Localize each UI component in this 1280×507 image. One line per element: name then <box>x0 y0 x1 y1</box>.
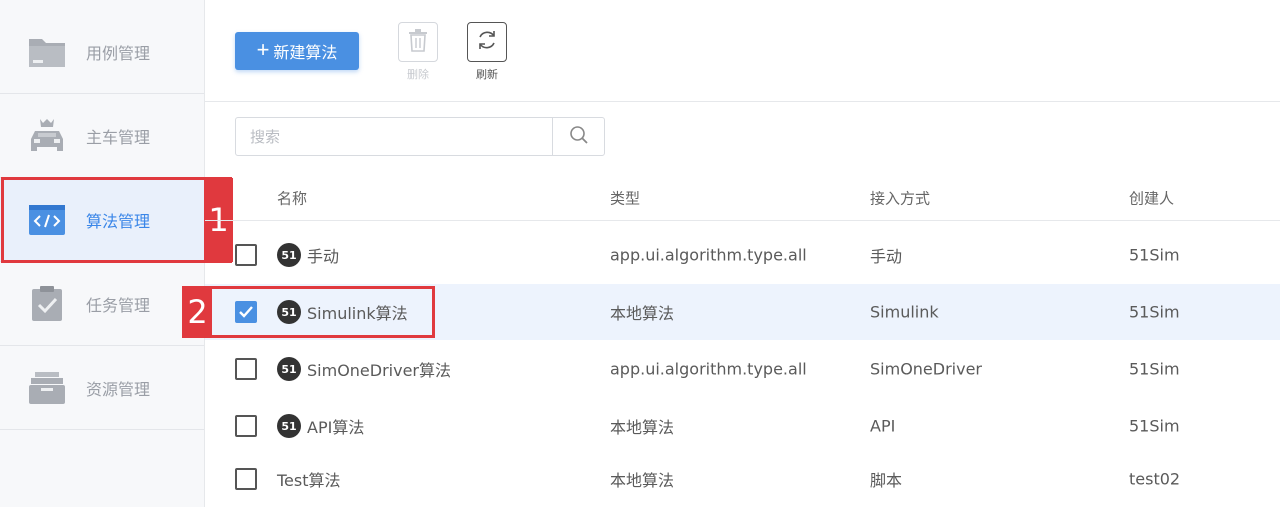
annotation-number-2: 2 <box>183 287 212 337</box>
refresh-button[interactable]: 刷新 <box>467 22 507 82</box>
code-icon <box>27 201 67 239</box>
row-creator: 51Sim <box>1129 302 1180 322</box>
row-name: SimOneDriver算法 <box>307 361 452 380</box>
row-type: 本地算法 <box>610 418 675 437</box>
new-algorithm-button[interactable]: + 新建算法 <box>235 32 359 70</box>
car-icon <box>27 117 67 155</box>
row-name: API算法 <box>307 418 365 437</box>
folder-icon <box>27 33 67 71</box>
delete-button[interactable]: 删除 <box>398 22 438 82</box>
row-name: Test算法 <box>277 471 341 490</box>
sidebar-item-label: 用例管理 <box>86 43 151 63</box>
new-algorithm-label: 新建算法 <box>273 45 338 62</box>
sidebar: 用例管理 主车管理 算法管理 任务管理 资源管理 <box>0 0 205 507</box>
search-button[interactable] <box>552 118 604 155</box>
row-checkbox[interactable] <box>235 415 257 437</box>
row-creator: 51Sim <box>1129 245 1180 265</box>
sidebar-item-resources[interactable]: 资源管理 <box>0 346 204 430</box>
trash-icon <box>407 28 429 56</box>
row-checkbox[interactable] <box>235 468 257 490</box>
brand-logo-icon: 51 <box>277 357 301 381</box>
row-checkbox[interactable] <box>235 301 257 323</box>
table-row[interactable]: 51 手动 app.ui.algorithm.type.all 手动 51Sim <box>205 227 1280 283</box>
sidebar-item-label: 任务管理 <box>86 295 151 315</box>
refresh-icon <box>475 28 499 56</box>
row-access: 手动 <box>870 247 903 266</box>
table-row[interactable]: 51 SimOneDriver算法 app.ui.algorithm.type.… <box>205 341 1280 397</box>
app-window: 用例管理 主车管理 算法管理 任务管理 资源管理 1 + 新建算法 删除 刷新 … <box>0 0 1280 507</box>
sidebar-item-label: 资源管理 <box>86 379 151 399</box>
brand-logo-icon: 51 <box>277 300 301 324</box>
check-icon <box>239 306 253 318</box>
row-creator: 51Sim <box>1129 359 1180 379</box>
search-box <box>235 117 605 156</box>
toolbar: + 新建算法 删除 刷新 <box>205 0 1280 102</box>
row-access: 脚本 <box>870 471 903 490</box>
table-header: 名称 类型 接入方式 创建人 <box>205 175 1280 221</box>
row-type: 本地算法 <box>610 304 675 323</box>
box-icon <box>27 369 67 407</box>
column-header-type[interactable]: 类型 <box>610 187 640 208</box>
sidebar-item-vehicles[interactable]: 主车管理 <box>0 94 204 178</box>
search-input[interactable] <box>236 118 553 155</box>
row-type: 本地算法 <box>610 471 675 490</box>
sidebar-item-label: 算法管理 <box>86 211 151 231</box>
row-type: app.ui.algorithm.type.all <box>610 245 807 265</box>
column-header-access[interactable]: 接入方式 <box>870 187 930 208</box>
row-access: Simulink <box>870 302 939 322</box>
row-creator: 51Sim <box>1129 416 1180 436</box>
refresh-label: 刷新 <box>476 68 498 81</box>
row-creator: test02 <box>1129 469 1181 489</box>
sidebar-item-tasks[interactable]: 任务管理 <box>0 262 204 346</box>
sidebar-item-cases[interactable]: 用例管理 <box>0 10 204 94</box>
plus-icon: + <box>256 37 270 62</box>
table-row[interactable]: 51 API算法 本地算法 API 51Sim <box>205 398 1280 454</box>
sidebar-item-algorithms[interactable]: 算法管理 <box>0 178 204 262</box>
brand-logo-icon: 51 <box>277 243 301 267</box>
clipboard-check-icon <box>27 285 67 323</box>
brand-logo-icon: 51 <box>277 414 301 438</box>
row-access: API <box>870 416 896 436</box>
column-header-name[interactable]: 名称 <box>277 187 307 208</box>
row-type: app.ui.algorithm.type.all <box>610 359 807 379</box>
search-icon <box>569 125 589 149</box>
table-row[interactable]: 51 Simulink算法 本地算法 Simulink 51Sim <box>205 284 1280 340</box>
row-access: SimOneDriver <box>870 359 982 379</box>
table-row[interactable]: Test算法 本地算法 脚本 test02 <box>205 451 1280 507</box>
sidebar-item-label: 主车管理 <box>86 127 151 147</box>
row-name: Simulink算法 <box>307 304 408 323</box>
row-checkbox[interactable] <box>235 358 257 380</box>
row-name: 手动 <box>307 247 340 266</box>
delete-label: 删除 <box>407 68 429 81</box>
row-checkbox[interactable] <box>235 244 257 266</box>
column-header-creator[interactable]: 创建人 <box>1129 187 1174 208</box>
